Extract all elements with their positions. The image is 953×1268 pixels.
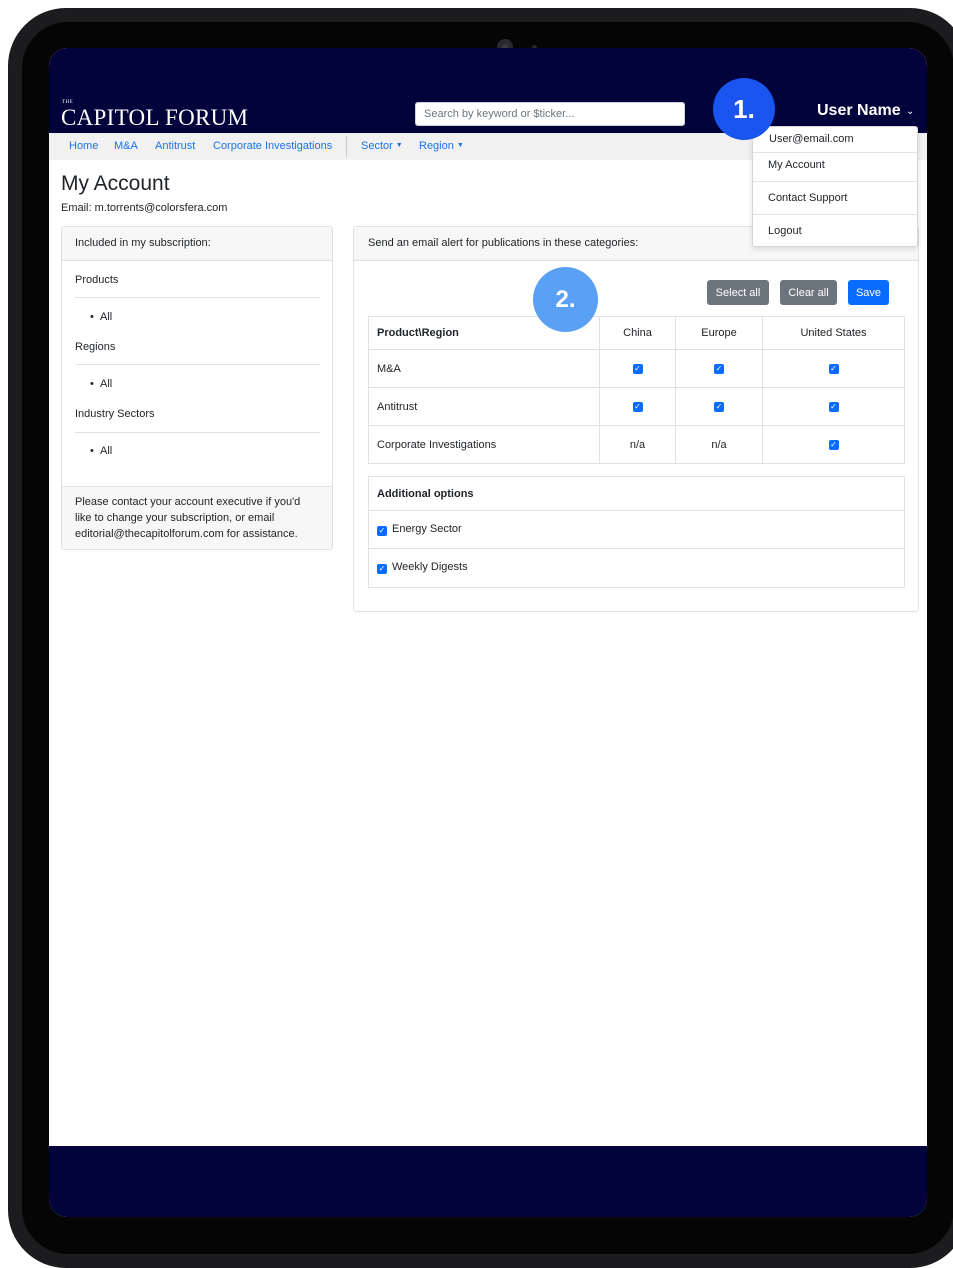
nav-divider — [346, 136, 347, 157]
bullet-icon: • — [90, 311, 94, 323]
divider — [753, 152, 917, 153]
table-cell: ✓ — [599, 387, 676, 426]
bullet-icon: • — [90, 445, 94, 457]
checkbox[interactable]: ✓ — [714, 401, 724, 412]
nav-dropdown-label: Sector — [361, 140, 393, 152]
dropdown-user-email: User@email.com — [769, 133, 854, 145]
option-row: ✓ Weekly Digests — [369, 549, 904, 587]
caret-down-icon: ▼ — [395, 142, 403, 149]
select-all-button[interactable]: Select all — [707, 280, 769, 305]
divider — [75, 432, 320, 433]
account-email: Email: m.torrents@colorsfera.com — [61, 202, 228, 214]
table-cell: n/a — [599, 425, 676, 464]
annotation-marker-2: 2. — [533, 267, 598, 332]
save-button[interactable]: Save — [848, 280, 889, 305]
table-header-row: Product\Region China Europe United State… — [368, 316, 905, 350]
subscription-card: Included in my subscription: Products • … — [61, 226, 333, 550]
checkbox[interactable]: ✓ — [377, 564, 387, 574]
menu-item-my-account[interactable]: My Account — [753, 159, 917, 171]
search-input[interactable] — [415, 102, 685, 126]
bullet-icon: • — [90, 378, 94, 390]
top-header-bar: THE CAPITOL FORUM User Name ⌄ — [49, 48, 927, 133]
list-item-label: All — [99, 311, 113, 323]
list-item: • All — [90, 378, 112, 390]
nav-dropdown-sector[interactable]: Sector ▼ — [361, 140, 403, 152]
additional-options: Additional options ✓ Energy Sector ✓ Weekl… — [368, 476, 905, 588]
table-cell: ✓ — [762, 425, 905, 464]
site-logo[interactable]: CAPITOL FORUM — [61, 105, 248, 131]
column-header: Europe — [675, 316, 763, 350]
section-title-regions: Regions — [75, 341, 116, 353]
table-cell: ✓ — [675, 349, 763, 388]
menu-item-contact-support[interactable]: Contact Support — [753, 192, 917, 204]
divider — [75, 297, 320, 298]
divider — [75, 364, 320, 365]
caret-down-icon: ▼ — [456, 142, 464, 149]
list-item: • All — [90, 445, 112, 457]
user-name-menu[interactable]: User Name — [817, 102, 901, 120]
menu-item-logout[interactable]: Logout — [753, 225, 917, 237]
checkbox[interactable]: ✓ — [828, 439, 839, 450]
checkbox[interactable]: ✓ — [632, 363, 643, 374]
divider — [753, 181, 917, 182]
nav-item-corporate-investigations[interactable]: Corporate Investigations — [213, 140, 332, 152]
nav-item-antitrust[interactable]: Antitrust — [155, 140, 195, 152]
nav-item-ma[interactable]: M&A — [114, 140, 138, 152]
clear-all-button[interactable]: Clear all — [780, 280, 837, 305]
screen: THE CAPITOL FORUM User Name ⌄ Home M&A A… — [49, 48, 927, 1217]
table-row: Antitrust ✓ ✓ ✓ — [368, 387, 905, 426]
section-title-industry-sectors: Industry Sectors — [75, 408, 155, 420]
column-header: China — [599, 316, 676, 350]
list-item-label: All — [99, 445, 113, 457]
checkbox[interactable]: ✓ — [714, 363, 724, 374]
section-title-products: Products — [75, 274, 119, 286]
chevron-down-icon[interactable]: ⌄ — [906, 106, 914, 117]
annotation-marker-1: 1. — [713, 78, 775, 140]
table-cell: ✓ — [762, 349, 905, 388]
list-item: • All — [90, 311, 112, 323]
subscription-header: Included in my subscription: — [62, 227, 332, 261]
nav-item-home[interactable]: Home — [69, 140, 98, 152]
table-cell: ✓ — [762, 387, 905, 426]
subscription-footer-note: Please contact your account executive if… — [62, 486, 332, 549]
nav-dropdown-label: Region — [419, 140, 454, 152]
table-row: Corporate Investigations n/a n/a ✓ — [368, 425, 905, 464]
row-label: M&A — [368, 349, 600, 388]
checkbox[interactable]: ✓ — [377, 526, 387, 536]
list-item-label: All — [99, 378, 113, 390]
user-dropdown-menu: User@email.com My Account Contact Suppor… — [752, 126, 918, 247]
page-title: My Account — [61, 172, 170, 195]
nav-dropdown-region[interactable]: Region ▼ — [419, 140, 464, 152]
divider — [753, 214, 917, 215]
checkbox[interactable]: ✓ — [632, 401, 643, 412]
column-header: United States — [762, 316, 905, 350]
row-label: Corporate Investigations — [368, 425, 600, 464]
table-cell: ✓ — [675, 387, 763, 426]
table-cell: ✓ — [599, 349, 676, 388]
option-row: ✓ Energy Sector — [369, 511, 904, 549]
row-label: Antitrust — [368, 387, 600, 426]
alerts-table: Product\Region China Europe United State… — [368, 316, 905, 464]
table-cell: n/a — [675, 425, 763, 464]
checkbox[interactable]: ✓ — [828, 401, 839, 412]
option-label: Weekly Digests — [392, 561, 468, 573]
footer-bar — [49, 1146, 927, 1217]
email-alerts-card: Send an email alert for publications in … — [353, 226, 919, 612]
additional-options-title: Additional options — [369, 477, 904, 511]
option-label: Energy Sector — [392, 523, 462, 535]
checkbox[interactable]: ✓ — [828, 363, 839, 374]
table-row: M&A ✓ ✓ ✓ — [368, 349, 905, 388]
